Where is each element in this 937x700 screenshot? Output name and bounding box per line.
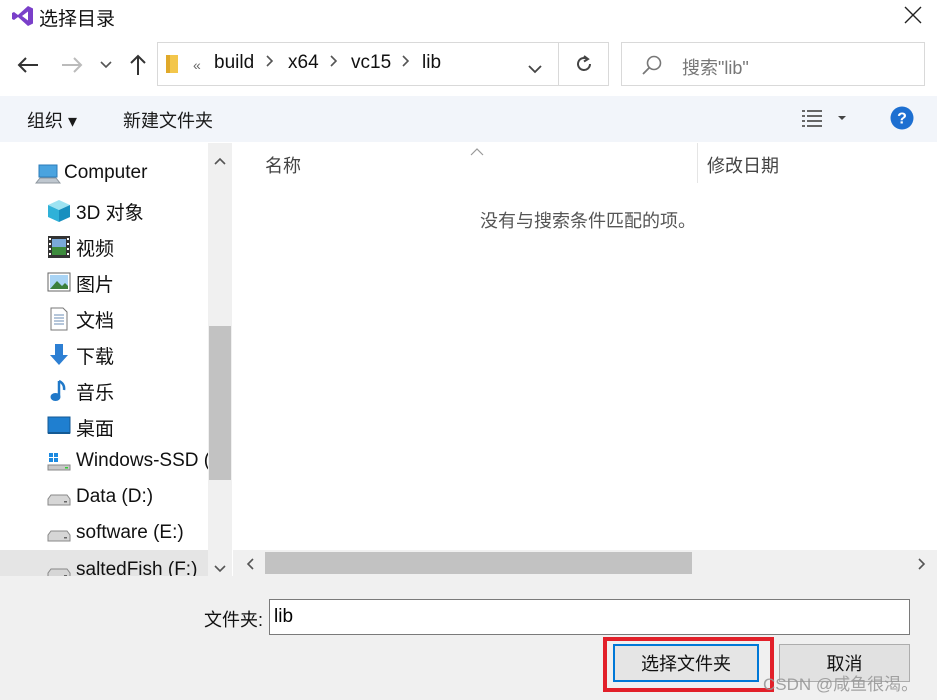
column-divider[interactable] — [697, 143, 698, 183]
address-dropdown-button[interactable] — [528, 61, 542, 79]
forward-button[interactable] — [57, 48, 87, 82]
drive-icon — [47, 561, 71, 576]
computer-icon — [34, 163, 62, 185]
nav-item-downloads[interactable]: 下载 — [0, 336, 208, 370]
breadcrumb-vc15[interactable]: vc15 — [351, 52, 391, 74]
nav-item-documents[interactable]: 文档 — [0, 300, 208, 334]
sort-ascending-icon — [470, 143, 484, 161]
scroll-up-icon[interactable] — [214, 152, 226, 170]
breadcrumb-x64[interactable]: x64 — [288, 52, 319, 74]
horizontal-scrollbar-thumb[interactable] — [265, 552, 692, 574]
svg-text:?: ? — [897, 111, 907, 128]
refresh-icon — [576, 55, 591, 71]
title-bar — [0, 0, 937, 32]
navigation-pane[interactable]: Computer 3D 对象 视频 图片 文档 下载 音乐 桌面 Windows… — [0, 143, 208, 576]
music-icon — [47, 379, 71, 401]
nav-item-pictures[interactable]: 图片 — [0, 264, 208, 298]
nav-item-data-drive[interactable]: Data (D:) — [0, 480, 208, 514]
drive-icon — [47, 487, 71, 509]
chevron-right-icon[interactable] — [330, 54, 338, 72]
nav-item-saltedfish-drive[interactable]: saltedFish (F:) — [0, 550, 208, 576]
search-icon — [641, 54, 663, 81]
view-options-button[interactable] — [802, 108, 848, 133]
arrow-left-icon — [17, 57, 38, 73]
chevron-down-icon — [100, 61, 112, 69]
window-title: 选择目录 — [39, 9, 116, 30]
empty-message: 没有与搜索条件匹配的项。 — [480, 211, 696, 231]
file-list[interactable] — [233, 143, 937, 550]
back-button[interactable] — [13, 48, 43, 82]
details-view-icon — [802, 110, 846, 127]
nav-item-software-drive[interactable]: software (E:) — [0, 516, 208, 550]
help-icon: ? — [890, 106, 914, 130]
nav-item-3d-objects[interactable]: 3D 对象 — [0, 192, 208, 226]
folder-icon — [165, 54, 179, 79]
folder-label: 文件夹: — [204, 610, 264, 630]
chevron-down-icon — [528, 65, 542, 74]
scroll-left-icon[interactable] — [246, 557, 254, 575]
desktop-icon — [47, 415, 71, 437]
video-icon — [47, 235, 71, 258]
search-placeholder: 搜索"lib" — [682, 58, 749, 78]
folder-name-field[interactable] — [269, 599, 910, 635]
column-header-date[interactable]: 修改日期 — [707, 152, 779, 178]
breadcrumb-build[interactable]: build — [214, 52, 254, 74]
recent-locations-button[interactable] — [94, 48, 118, 82]
scroll-right-icon[interactable] — [918, 557, 926, 575]
nav-item-windows-ssd[interactable]: Windows-SSD ( — [0, 444, 208, 478]
download-icon — [47, 343, 71, 365]
visual-studio-icon — [12, 5, 34, 27]
chevron-right-icon[interactable] — [266, 54, 274, 72]
documents-icon — [47, 307, 71, 331]
nav-item-music[interactable]: 音乐 — [0, 372, 208, 406]
help-button[interactable]: ? — [890, 106, 914, 135]
breadcrumb-overflow[interactable]: « — [193, 57, 201, 73]
organize-button[interactable]: 组织 ▾ — [27, 107, 77, 133]
3d-objects-icon — [47, 199, 71, 222]
up-button[interactable] — [123, 48, 153, 82]
watermark: CSDN @咸鱼很渴。 — [763, 675, 919, 694]
arrow-right-icon — [62, 57, 83, 73]
select-folder-button[interactable]: 选择文件夹 — [613, 644, 759, 682]
column-header-name[interactable]: 名称 — [265, 152, 301, 178]
breadcrumb-lib[interactable]: lib — [422, 52, 441, 74]
nav-item-videos[interactable]: 视频 — [0, 228, 208, 262]
pictures-icon — [47, 271, 71, 293]
nav-item-desktop[interactable]: 桌面 — [0, 408, 208, 442]
refresh-button[interactable] — [559, 42, 609, 86]
search-input[interactable] — [621, 42, 925, 86]
new-folder-button[interactable]: 新建文件夹 — [123, 107, 213, 133]
arrow-up-icon — [130, 54, 146, 75]
chevron-right-icon[interactable] — [402, 54, 410, 72]
drive-icon — [47, 523, 71, 545]
close-button[interactable] — [894, 0, 932, 30]
nav-item-computer[interactable]: Computer — [0, 156, 208, 190]
windows-drive-icon — [47, 451, 71, 473]
nav-scrollbar-thumb[interactable] — [209, 326, 231, 480]
close-icon — [904, 6, 922, 24]
